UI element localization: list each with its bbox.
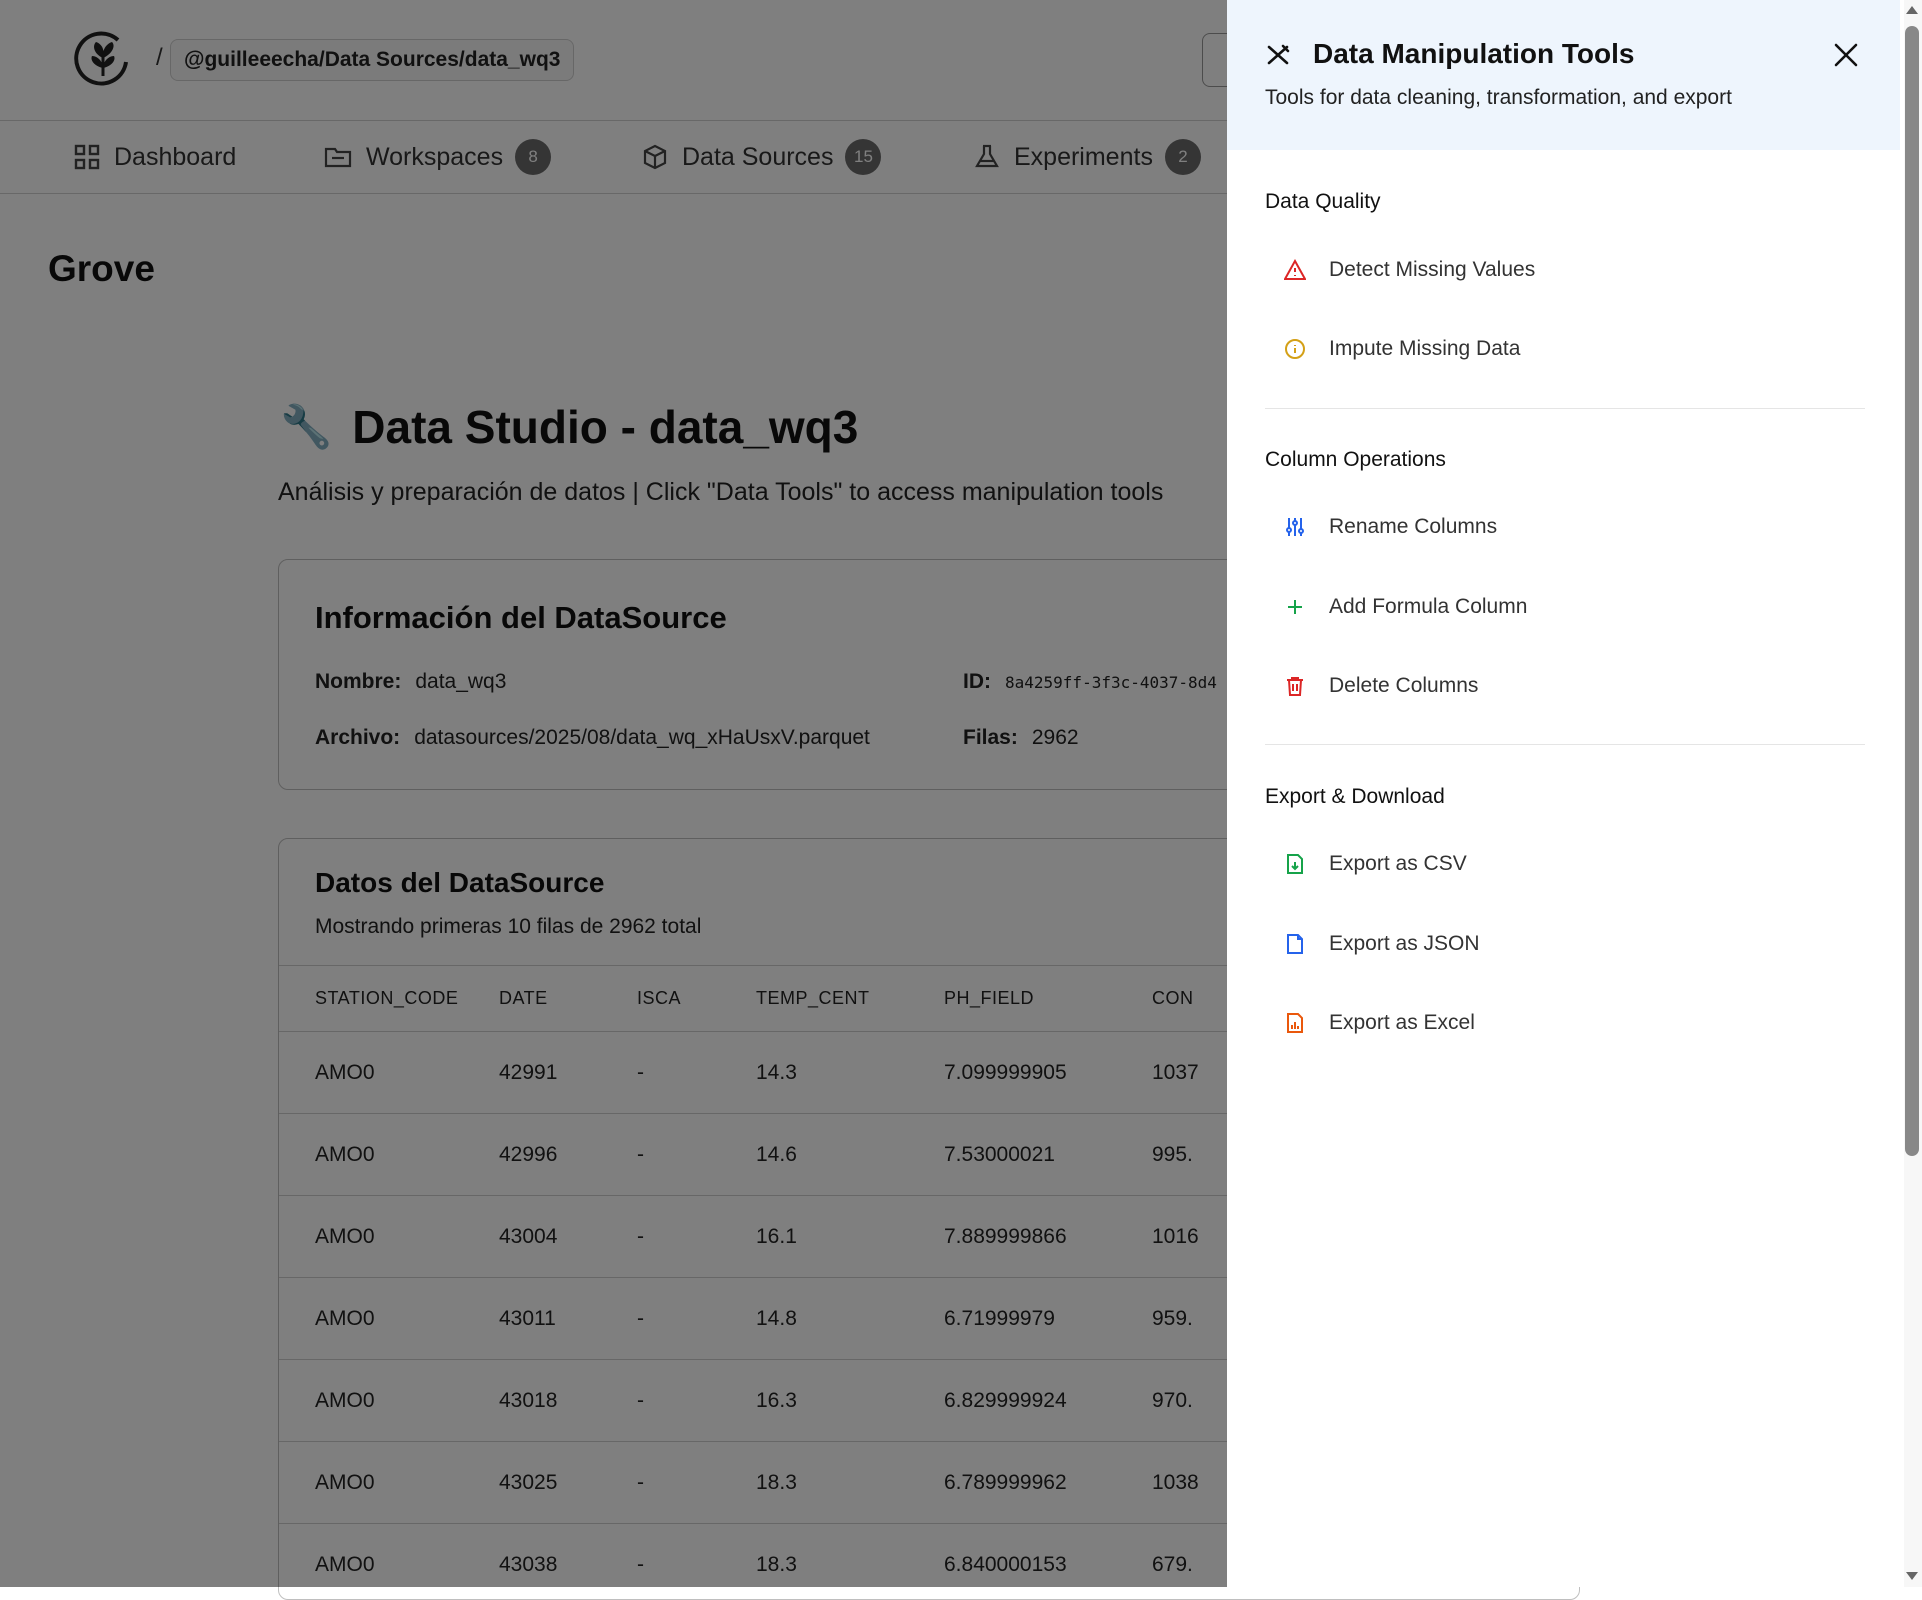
drawer-header: Data Manipulation Tools Tools for data c… (1227, 0, 1900, 150)
tool-label: Delete Columns (1329, 674, 1478, 698)
file-chart-icon (1283, 1011, 1307, 1035)
file-download-icon (1283, 852, 1307, 876)
scrollbar-thumb[interactable] (1905, 26, 1919, 1156)
tool-rename-columns[interactable]: Rename Columns (1265, 497, 1865, 557)
modal-backdrop[interactable] (0, 0, 1227, 1587)
sliders-icon (1283, 515, 1307, 539)
plus-icon (1283, 595, 1307, 619)
scroll-up-arrow-icon[interactable] (1906, 6, 1918, 14)
scroll-down-arrow-icon[interactable] (1906, 1572, 1918, 1580)
data-tools-drawer: Data Manipulation Tools Tools for data c… (1227, 0, 1904, 1587)
tool-label: Export as CSV (1329, 852, 1467, 876)
tool-delete-columns[interactable]: Delete Columns (1265, 656, 1865, 716)
tools-icon (1265, 42, 1291, 68)
tool-export-json[interactable]: Export as JSON (1265, 914, 1865, 974)
file-icon (1283, 932, 1307, 956)
tool-detect-missing-values[interactable]: Detect Missing Values (1265, 240, 1865, 300)
tool-label: Add Formula Column (1329, 595, 1527, 619)
trash-icon (1283, 674, 1307, 698)
tool-export-excel[interactable]: Export as Excel (1265, 993, 1865, 1053)
section-divider (1265, 744, 1865, 745)
tool-label: Detect Missing Values (1329, 258, 1535, 282)
tool-add-formula-column[interactable]: Add Formula Column (1265, 577, 1865, 637)
info-circle-icon (1283, 337, 1307, 361)
tool-export-csv[interactable]: Export as CSV (1265, 834, 1865, 894)
tool-label: Rename Columns (1329, 515, 1497, 539)
section-title-data-quality: Data Quality (1265, 190, 1381, 214)
tool-label: Impute Missing Data (1329, 337, 1520, 361)
tool-label: Export as JSON (1329, 932, 1480, 956)
tool-label: Export as Excel (1329, 1011, 1475, 1035)
drawer-description: Tools for data cleaning, transformation,… (1265, 86, 1732, 110)
warning-triangle-icon (1283, 258, 1307, 282)
tool-impute-missing-data[interactable]: Impute Missing Data (1265, 319, 1865, 379)
drawer-title: Data Manipulation Tools (1313, 38, 1634, 70)
section-title-export: Export & Download (1265, 785, 1445, 809)
close-icon[interactable] (1832, 41, 1860, 69)
section-divider (1265, 408, 1865, 409)
section-title-column-operations: Column Operations (1265, 448, 1446, 472)
